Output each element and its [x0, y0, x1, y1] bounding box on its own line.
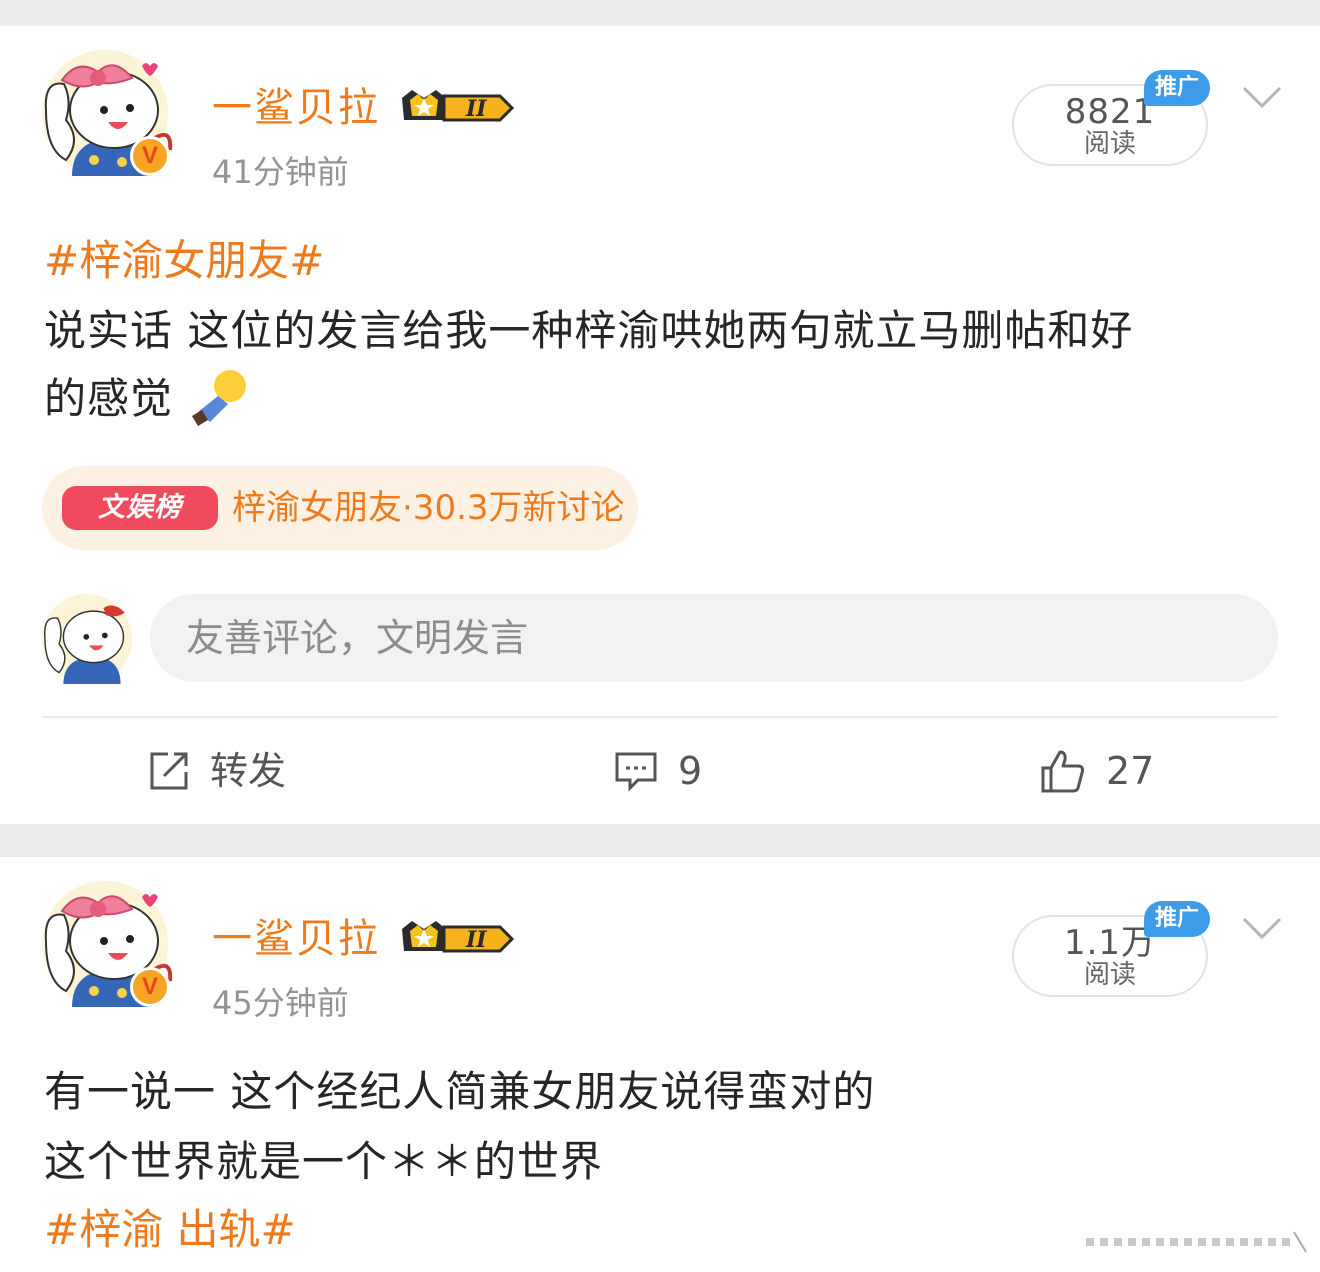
post-card: V 一鲨贝拉 II 41分钟前 8821 阅读 推广 #梓渝女朋友# 说实话 这…	[0, 26, 1320, 824]
verified-badge-icon: V	[130, 967, 170, 1007]
chevron-down-icon[interactable]	[1242, 915, 1282, 943]
reads-label: 阅读	[1083, 129, 1136, 159]
scroll-indicator-icon	[1086, 1231, 1307, 1253]
like-count: 27	[1106, 749, 1155, 793]
comment-input[interactable]	[150, 594, 1278, 682]
repost-label: 转发	[210, 749, 287, 793]
promo-tag: 推广	[1144, 901, 1210, 937]
reads-label: 阅读	[1083, 960, 1136, 990]
hashtag-link[interactable]: #梓渝女朋友#	[44, 240, 324, 282]
post-timestamp: 41分钟前	[212, 153, 349, 191]
hashtag-link[interactable]: #梓渝 出轨#	[44, 1209, 296, 1251]
repost-icon	[150, 752, 188, 790]
divider	[42, 716, 1278, 718]
like-icon	[1041, 750, 1085, 793]
trend-badge: 文娱榜	[62, 486, 218, 530]
post-body-line: 有一说一 这个经纪人简兼女朋友说得蛮对的	[44, 1067, 876, 1116]
post-card: V 一鲨贝拉 II 45分钟前 1.1万 阅读 推广 有一说一 这个经纪人简兼女…	[0, 857, 1320, 1272]
user-avatar[interactable]: V	[42, 881, 173, 1007]
post-timestamp: 45分钟前	[212, 984, 349, 1022]
username[interactable]: 一鲨贝拉	[212, 88, 380, 128]
verified-badge-icon: V	[130, 136, 170, 176]
crown-badge-icon[interactable]: II	[398, 84, 516, 128]
svg-text:II: II	[465, 96, 487, 122]
post-body-line: 说实话 这位的发言给我一种梓渝哄她两句就立马删帖和好	[44, 306, 1134, 355]
post-body-line: 这个世界就是一个＊＊的世界	[44, 1137, 604, 1186]
comment-button[interactable]: 9	[614, 744, 702, 798]
chevron-down-icon[interactable]	[1242, 84, 1282, 112]
repost-button[interactable]: 转发	[148, 744, 286, 798]
crown-badge-icon[interactable]: II	[398, 915, 516, 959]
comment-icon	[615, 752, 657, 792]
like-button[interactable]: 27	[1040, 744, 1154, 798]
current-user-avatar	[42, 594, 132, 684]
post-body-line: 的感觉	[44, 374, 174, 423]
comment-count: 9	[678, 749, 703, 793]
user-avatar[interactable]: V	[42, 50, 173, 176]
avatar-illustration	[42, 881, 173, 1007]
promo-tag: 推广	[1144, 70, 1210, 106]
trend-text: 梓渝女朋友·30.3万新讨论	[232, 488, 625, 528]
lying-person-emoji-icon	[192, 370, 246, 426]
avatar-illustration	[42, 50, 173, 176]
username[interactable]: 一鲨贝拉	[212, 919, 380, 959]
svg-text:II: II	[465, 927, 487, 953]
avatar-illustration	[42, 594, 132, 684]
trend-pill[interactable]: 文娱榜 梓渝女朋友·30.3万新讨论	[42, 466, 638, 550]
